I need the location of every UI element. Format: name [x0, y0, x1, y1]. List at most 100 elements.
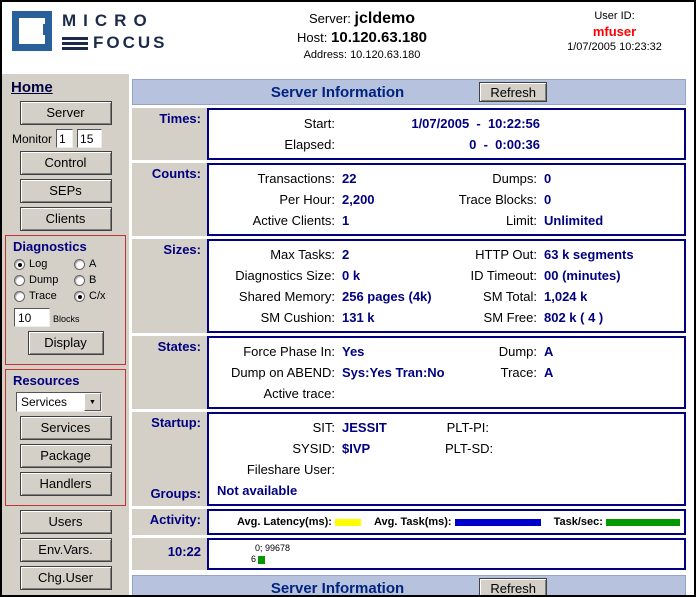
trace-radio-option[interactable]: Trace	[14, 290, 74, 302]
startup-row: Startup: Groups: SIT: JESSIT PLT-PI: SYS…	[132, 412, 686, 506]
sit-label: SIT:	[209, 417, 335, 438]
diagnostics-size-value: 0 k	[335, 265, 445, 286]
refresh-button[interactable]: Refresh	[479, 82, 547, 102]
blocks-input[interactable]	[14, 308, 50, 327]
dumps-label: Dumps:	[445, 168, 537, 189]
startup-label-cell: Startup: Groups:	[132, 412, 207, 506]
plt-pi-value	[489, 417, 680, 438]
monitor-interval-input[interactable]	[56, 129, 73, 148]
empty-value	[537, 383, 680, 404]
control-button[interactable]: Control	[20, 151, 112, 175]
display-button[interactable]: Display	[28, 331, 104, 355]
sm-free-label: SM Free:	[445, 307, 537, 328]
empty-label	[445, 459, 489, 480]
monitor-label: Monitor	[12, 132, 52, 146]
trace-radio-label: Trace	[29, 290, 57, 302]
cx-radio-option[interactable]: C/x	[74, 290, 120, 302]
user-id-label: User ID:	[547, 10, 682, 22]
trace-blocks-value: 0	[537, 189, 680, 210]
times-label: Times:	[132, 108, 207, 160]
active-clients-label: Active Clients:	[209, 210, 335, 231]
sizes-content: Max Tasks: 2 HTTP Out: 63 k segments Dia…	[207, 239, 686, 333]
diagnostics-size-label: Diagnostics Size:	[209, 265, 335, 286]
plt-sd-label: PLT-SD:	[445, 438, 489, 459]
radio-icon[interactable]	[74, 291, 85, 302]
radio-icon[interactable]	[14, 291, 25, 302]
sysid-label: SYSID:	[209, 438, 335, 459]
dumps-value: 0	[537, 168, 680, 189]
b-radio-label: B	[89, 274, 96, 286]
address-label: Address:	[304, 49, 347, 61]
services-button[interactable]: Services	[20, 416, 112, 440]
a-radio-option[interactable]: A	[74, 258, 120, 270]
http-out-label: HTTP Out:	[445, 244, 537, 265]
app-window: MICRO FOCUS Server: jcldemo Host: 10.120…	[0, 0, 696, 597]
id-timeout-label: ID Timeout:	[445, 265, 537, 286]
handlers-button[interactable]: Handlers	[20, 472, 112, 496]
resources-select[interactable]: Services ▼	[16, 392, 102, 412]
log-radio-option[interactable]: Log	[14, 258, 74, 270]
counts-label: Counts:	[132, 163, 207, 236]
radio-icon[interactable]	[14, 259, 25, 270]
server-info-title: Server Information	[271, 84, 404, 101]
shared-memory-value: 256 pages (4k)	[335, 286, 445, 307]
dump-radio-option[interactable]: Dump	[14, 274, 74, 286]
activity-legend: Avg. Latency(ms): Avg. Task(ms): Task/se…	[207, 509, 686, 535]
logo-lines-icon	[62, 37, 88, 50]
clients-button[interactable]: Clients	[20, 207, 112, 231]
counts-content: Transactions: 22 Dumps: 0 Per Hour: 2,20…	[207, 163, 686, 236]
sample-values: 0; 99678	[209, 543, 684, 554]
micro-focus-logo: MICRO FOCUS	[12, 8, 177, 74]
chevron-down-icon[interactable]: ▼	[84, 393, 101, 411]
id-timeout-value: 00 (minutes)	[537, 265, 680, 286]
dump-radio-label: Dump	[29, 274, 58, 286]
seps-button[interactable]: SEPs	[20, 179, 112, 203]
activity-label: Activity:	[132, 509, 207, 535]
dump-state-value: A	[537, 341, 680, 362]
home-link[interactable]: Home	[11, 79, 53, 96]
monitor-controls: Monitor	[12, 129, 129, 148]
main-content: Server Information Refresh Times: Start:…	[129, 74, 694, 595]
sm-free-value: 802 k ( 4 )	[537, 307, 680, 328]
server-button[interactable]: Server	[20, 101, 112, 125]
server-info-footer-bar: Server Information Refresh	[132, 575, 686, 595]
envvars-button[interactable]: Env.Vars.	[20, 538, 112, 562]
startup-label: Startup:	[151, 415, 201, 430]
logo-text-focus: FOCUS	[93, 33, 168, 53]
user-id-value: mfuser	[547, 24, 682, 39]
active-clients-value: 1	[335, 210, 445, 231]
limit-value: Unlimited	[537, 210, 680, 231]
radio-icon[interactable]	[74, 275, 85, 286]
elapsed-label: Elapsed:	[209, 134, 335, 155]
chguser-button[interactable]: Chg.User	[20, 566, 112, 590]
task-ms-legend-swatch	[455, 519, 541, 526]
address-value: 10.120.63.180	[350, 49, 420, 61]
b-radio-option[interactable]: B	[74, 274, 120, 286]
monitor-count-input[interactable]	[77, 129, 102, 148]
task-sec-legend-label: Task/sec:	[554, 516, 603, 528]
per-hour-value: 2,200	[335, 189, 445, 210]
server-identity: Server: jcldemo Host: 10.120.63.180 Addr…	[177, 8, 547, 74]
dump-on-abend-label: Dump on ABEND:	[209, 362, 335, 383]
refresh-button-bottom[interactable]: Refresh	[479, 578, 547, 595]
sm-total-value: 1,024 k	[537, 286, 680, 307]
limit-label: Limit:	[445, 210, 537, 231]
diagnostics-group: Diagnostics Log A Dump B Trace C/x Block…	[5, 235, 126, 365]
dump-state-label: Dump:	[445, 341, 537, 362]
elapsed-value: 0 - 0:00:36	[335, 134, 540, 155]
activity-row: Activity: Avg. Latency(ms): Avg. Task(ms…	[132, 509, 686, 535]
host-label: Host:	[297, 30, 327, 45]
startup-content: SIT: JESSIT PLT-PI: SYSID: $IVP PLT-SD: …	[207, 412, 686, 506]
task-sec-legend-swatch	[606, 519, 680, 526]
per-hour-label: Per Hour:	[209, 189, 335, 210]
users-button[interactable]: Users	[20, 510, 112, 534]
plt-sd-value	[489, 438, 680, 459]
package-button[interactable]: Package	[20, 444, 112, 468]
radio-icon[interactable]	[14, 275, 25, 286]
blocks-label: Blocks	[53, 314, 80, 327]
radio-icon[interactable]	[74, 259, 85, 270]
groups-label: Groups:	[150, 486, 201, 501]
times-content: Start: 1/07/2005 - 10:22:56 Elapsed: 0 -…	[207, 108, 686, 160]
http-out-value: 63 k segments	[537, 244, 680, 265]
force-phase-in-label: Force Phase In:	[209, 341, 335, 362]
